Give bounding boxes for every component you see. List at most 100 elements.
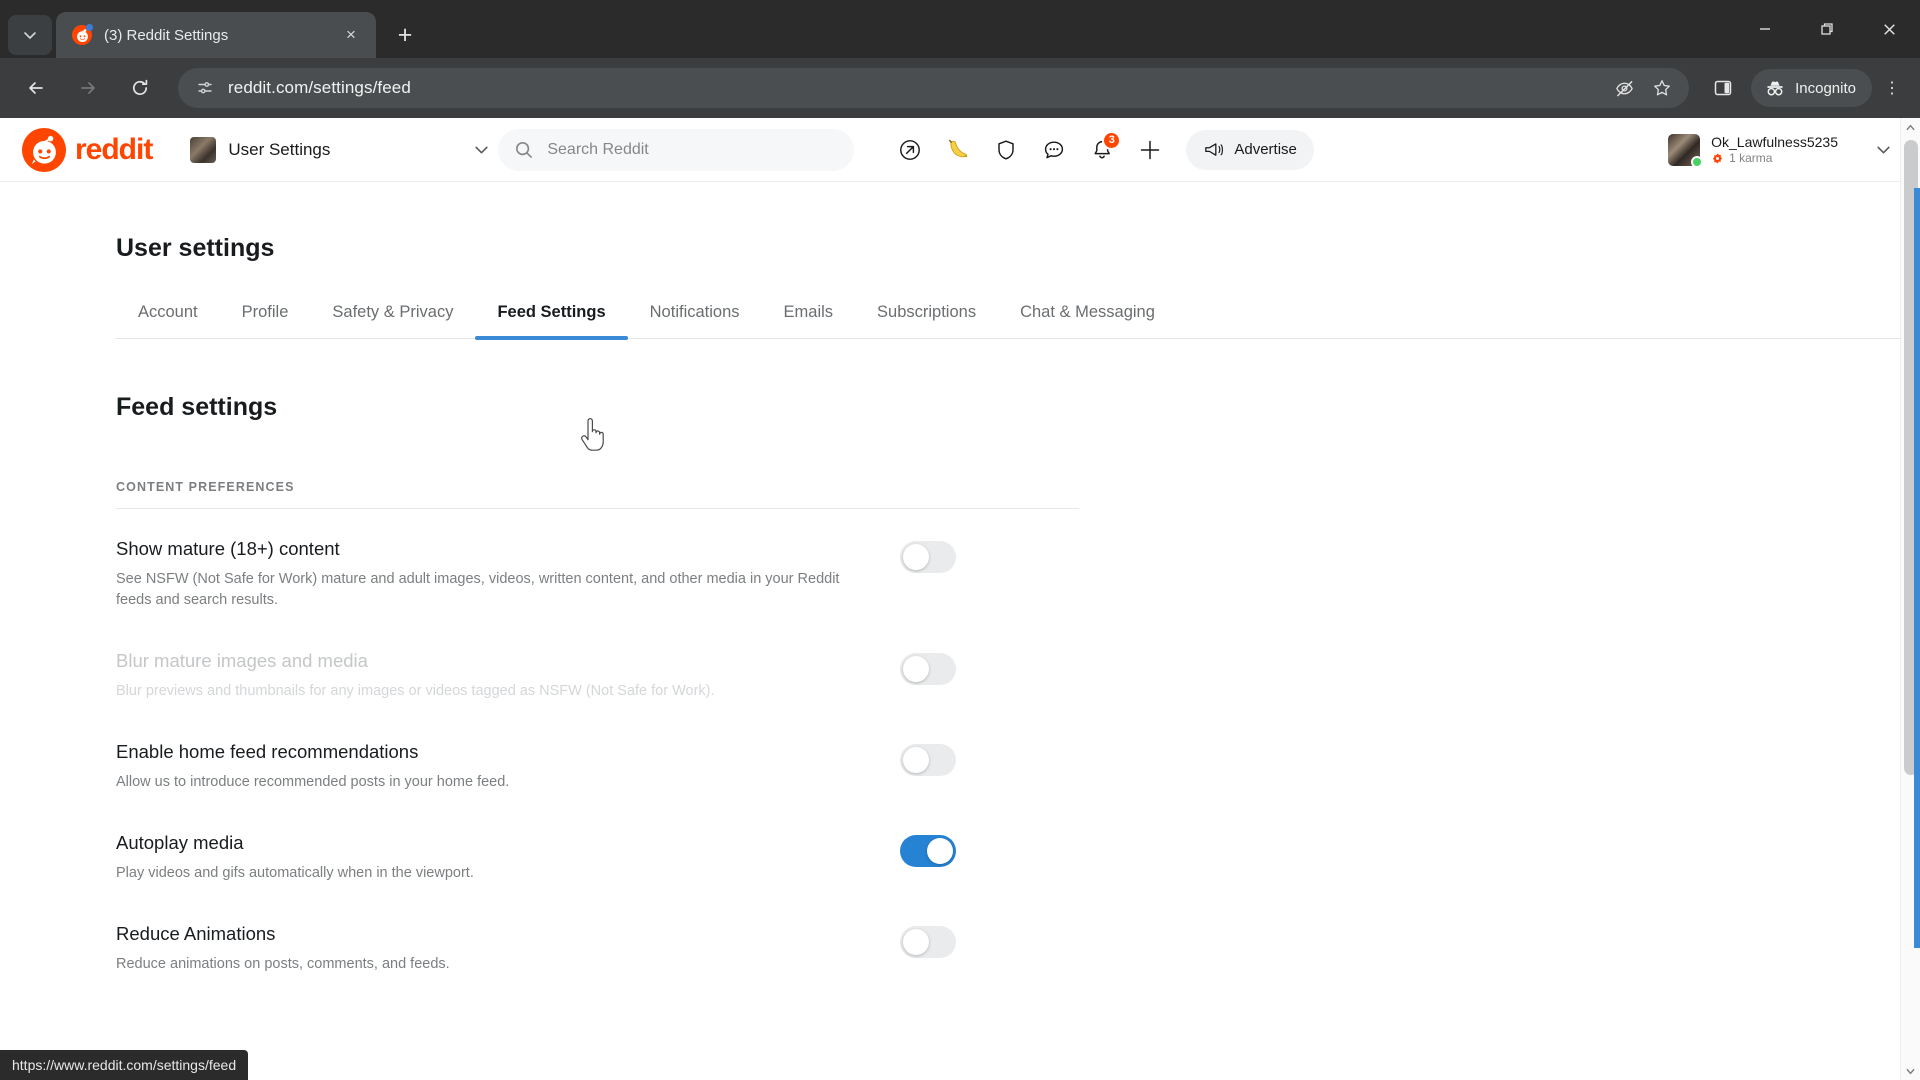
pref-autoplay-media: Autoplay media Play videos and gifs auto… — [116, 803, 1079, 894]
pref-description: See NSFW (Not Safe for Work) mature and … — [116, 570, 840, 608]
search-bar[interactable] — [498, 128, 855, 171]
selector-label: User Settings — [228, 139, 331, 159]
close-icon[interactable]: × — [338, 22, 364, 48]
reddit-logo[interactable]: reddit — [22, 127, 153, 172]
incognito-icon — [1764, 78, 1786, 98]
pref-text: Blur mature images and media Blur previe… — [116, 649, 896, 702]
address-bar[interactable]: reddit.com/settings/feed — [178, 68, 1690, 108]
header-icon-group: 3 Advertise — [888, 128, 1314, 172]
omnibox-actions — [1603, 68, 1679, 108]
tracking-protection-off-icon[interactable] — [1607, 71, 1641, 105]
search-input[interactable] — [547, 140, 839, 159]
user-menu[interactable]: Ok_Lawfulness5235 1 karma — [1668, 133, 1902, 168]
new-tab-button[interactable]: + — [386, 16, 424, 54]
username-label: Ok_Lawfulness5235 — [1711, 134, 1838, 150]
reload-icon[interactable] — [119, 67, 161, 109]
toggle-autoplay-media[interactable] — [900, 834, 956, 867]
advertise-button[interactable]: Advertise — [1186, 129, 1314, 170]
pref-title: Reduce Animations — [116, 922, 276, 944]
popular-arrow-icon[interactable] — [888, 128, 932, 172]
pref-description: Allow us to introduce recommended posts … — [116, 773, 510, 790]
tab-strip: (3) Reddit Settings × + — [0, 0, 1920, 58]
page-settings-icon[interactable] — [192, 75, 218, 101]
reddit-header: reddit User Settings Search Reddit 3 Adv… — [0, 118, 1920, 182]
page-viewport: reddit User Settings Search Reddit 3 Adv… — [0, 118, 1920, 1080]
bookmark-star-icon[interactable] — [1645, 71, 1679, 105]
tab-profile[interactable]: Profile — [220, 297, 311, 338]
karma-label: 1 karma — [1711, 151, 1838, 165]
settings-content: User settings Account Profile Safety & P… — [0, 234, 1920, 985]
pref-description: Blur previews and thumbnails for any ima… — [116, 682, 715, 699]
toggle-blur-mature-media — [900, 653, 956, 685]
incognito-label: Incognito — [1795, 79, 1856, 97]
toggle-reduce-animations[interactable] — [900, 925, 956, 958]
pref-text: Show mature (18+) content See NSFW (Not … — [116, 537, 896, 611]
scroll-down-arrow-icon[interactable] — [1901, 1062, 1920, 1080]
toggle-knob — [927, 837, 953, 864]
section-title: Feed settings — [116, 393, 278, 421]
side-panel-icon[interactable] — [1703, 68, 1743, 108]
toggle-show-mature-content[interactable] — [900, 541, 956, 573]
minimize-icon[interactable] — [1734, 0, 1796, 58]
pref-reduce-animations: Reduce Animations Reduce animations on p… — [116, 894, 1079, 985]
pref-home-feed-recommendations: Enable home feed recommendations Allow u… — [116, 712, 1079, 803]
tab-safety-privacy[interactable]: Safety & Privacy — [310, 297, 475, 338]
online-status-dot — [1691, 155, 1704, 168]
pref-title: Autoplay media — [116, 831, 244, 853]
pref-description: Reduce animations on posts, comments, an… — [116, 955, 450, 972]
tab-notification-dot — [86, 24, 93, 31]
preferences-list: Show mature (18+) content See NSFW (Not … — [116, 509, 1079, 985]
pref-text: Reduce Animations Reduce animations on p… — [116, 922, 896, 975]
pref-description: Play videos and gifs automatically when … — [116, 864, 474, 881]
chat-icon[interactable] — [1032, 128, 1076, 172]
pref-title: Enable home feed recommendations — [116, 740, 419, 762]
user-meta: Ok_Lawfulness5235 1 karma — [1711, 134, 1838, 165]
browser-window: (3) Reddit Settings × + reddit.com/setti… — [0, 0, 1920, 1080]
megaphone-icon — [1203, 140, 1225, 160]
maximize-restore-icon[interactable] — [1796, 0, 1858, 58]
tab-subscriptions[interactable]: Subscriptions — [855, 297, 998, 338]
shield-icon[interactable] — [984, 128, 1028, 172]
user-settings-selector[interactable]: User Settings — [190, 136, 490, 163]
browser-toolbar: reddit.com/settings/feed Incognito ⋮ — [0, 58, 1920, 118]
status-bar-url: https://www.reddit.com/settings/feed — [12, 1057, 237, 1073]
karma-value: 1 karma — [1729, 151, 1773, 165]
tab-notifications[interactable]: Notifications — [628, 297, 762, 338]
focus-edge-indicator — [1914, 188, 1920, 948]
status-bar: https://www.reddit.com/settings/feed — [0, 1050, 249, 1080]
toggle-knob — [903, 544, 929, 570]
tab-feed-settings[interactable]: Feed Settings — [475, 297, 628, 340]
reddit-favicon — [72, 24, 93, 45]
notifications-bell-icon[interactable]: 3 — [1080, 128, 1124, 172]
chevron-down-icon — [473, 141, 490, 158]
create-post-plus-icon[interactable] — [1128, 128, 1172, 172]
pref-show-mature-content: Show mature (18+) content See NSFW (Not … — [116, 509, 1079, 621]
pref-title: Show mature (18+) content — [116, 538, 340, 559]
address-bar-url: reddit.com/settings/feed — [228, 78, 411, 97]
scroll-up-arrow-icon[interactable] — [1901, 118, 1920, 136]
back-icon[interactable] — [15, 67, 57, 109]
avatar — [1668, 133, 1704, 168]
chevron-down-icon[interactable] — [1875, 141, 1892, 158]
toggle-knob — [903, 928, 929, 955]
tab-emails[interactable]: Emails — [762, 297, 856, 338]
browser-tab[interactable]: (3) Reddit Settings × — [56, 12, 376, 58]
tab-account[interactable]: Account — [116, 297, 220, 338]
tab-search-button[interactable] — [8, 15, 52, 55]
forward-icon — [67, 67, 109, 109]
advertise-label: Advertise — [1234, 141, 1297, 158]
banana-icon[interactable] — [936, 128, 980, 172]
settings-tabs: Account Profile Safety & Privacy Feed Se… — [116, 297, 1920, 340]
selector-avatar — [190, 136, 217, 163]
pref-blur-mature-media: Blur mature images and media Blur previe… — [116, 621, 1079, 712]
reddit-wordmark: reddit — [75, 132, 153, 166]
close-window-icon[interactable] — [1858, 0, 1920, 58]
search-icon — [514, 140, 534, 160]
browser-menu-icon[interactable]: ⋮ — [1874, 68, 1910, 108]
toggle-home-feed-recommendations[interactable] — [900, 743, 956, 776]
pref-text: Autoplay media Play videos and gifs auto… — [116, 831, 896, 884]
incognito-indicator[interactable]: Incognito — [1751, 69, 1872, 107]
tab-chat-messaging[interactable]: Chat & Messaging — [998, 297, 1177, 338]
pref-title: Blur mature images and media — [116, 650, 368, 671]
reddit-snoo-icon — [22, 127, 66, 172]
